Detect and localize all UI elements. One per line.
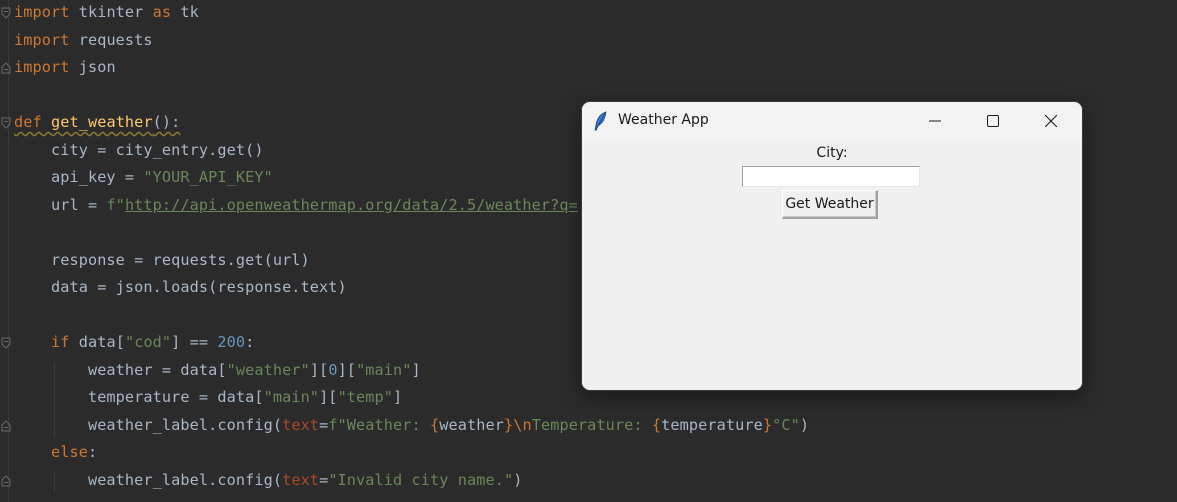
code-line: api_key = "YOUR_API_KEY" — [14, 164, 273, 191]
code-line: weather_label.config(text="Invalid city … — [14, 467, 522, 494]
code-token: (): — [152, 113, 181, 131]
code-line: url = f"http://api.openweathermap.org/da… — [14, 192, 578, 219]
code-line: else: — [14, 439, 97, 466]
fold-open-icon[interactable] — [1, 7, 11, 19]
code-token: "temp" — [337, 388, 394, 406]
code-token: response = requests.get(url) — [14, 250, 310, 269]
code-token: data = json.loads(response.text) — [14, 278, 347, 296]
code-token: "main" — [356, 360, 412, 379]
code-line: import json — [14, 54, 116, 81]
indent-guide — [54, 471, 55, 493]
code-token: get_weather — [50, 113, 153, 131]
code-token: tk — [171, 3, 199, 21]
code-line: if data["cod"] == 200: — [14, 329, 254, 356]
code-line: city = city_entry.get() — [14, 137, 264, 164]
close-icon — [1045, 115, 1057, 127]
code-line: temperature = data["main"]["temp"] — [14, 384, 402, 411]
code-line: weather = data["weather"][0]["main"] — [14, 357, 421, 384]
maximize-button[interactable] — [970, 102, 1016, 140]
code-line: weather_label.config(text=f"Weather: {we… — [14, 412, 809, 439]
minimize-button[interactable] — [912, 102, 958, 140]
code-line: response = requests.get(url) — [14, 247, 310, 274]
code-token: ) — [513, 470, 523, 489]
code-token: temperature = data[ — [14, 388, 264, 406]
code-token: ) — [799, 415, 810, 434]
code-token: http://api.openweathermap.org/data/2.5/w… — [124, 195, 578, 214]
code-token: weather = data[ — [14, 360, 227, 379]
code-line: import requests — [14, 27, 153, 54]
title-bar[interactable]: Weather App — [582, 102, 1082, 140]
code-token: = — [319, 470, 329, 489]
code-token: ] == — [171, 333, 218, 351]
code-token: city = city_entry.get() — [14, 140, 264, 159]
code-token: api_key = — [14, 168, 144, 186]
code-token: "main" — [263, 388, 320, 406]
code-token: "Invalid city name." — [328, 470, 514, 489]
code-token: f" — [106, 195, 125, 214]
code-line: import tkinter as tk — [14, 0, 199, 26]
code-token: ] — [393, 388, 403, 406]
code-token: : — [87, 443, 98, 461]
code-token: "weather" — [226, 360, 310, 379]
code-token: : — [245, 333, 255, 351]
code-token: if — [50, 333, 70, 351]
code-token: 200 — [217, 333, 246, 351]
code-token: requests — [69, 30, 153, 49]
code-token: { — [430, 415, 440, 434]
code-token: url = — [14, 195, 107, 214]
code-token: } — [762, 415, 773, 434]
code-token: \n — [513, 415, 532, 434]
code-token: else — [50, 443, 88, 461]
weather-app-window: Weather App City: Get Weather — [582, 102, 1082, 390]
code-token: import — [14, 3, 70, 21]
code-token: weather — [439, 415, 504, 434]
code-token: import — [14, 30, 70, 49]
fold-close-icon[interactable] — [1, 474, 11, 487]
window-title: Weather App — [618, 112, 709, 128]
code-token: text — [282, 415, 320, 434]
code-token: f"Weather: — [328, 415, 430, 434]
code-token: ][ — [309, 360, 329, 379]
fold-close-icon[interactable] — [1, 419, 11, 432]
code-token: } — [503, 415, 514, 434]
fold-open-icon[interactable] — [1, 337, 11, 349]
code-token: 0 — [328, 360, 338, 379]
code-token: text — [282, 470, 320, 489]
window-content: City: Get Weather — [582, 140, 1082, 390]
code-token: ] — [411, 360, 421, 379]
code-token: °C" — [772, 415, 800, 434]
code-token: data[ — [69, 333, 125, 351]
fold-open-icon[interactable] — [1, 117, 11, 129]
code-line: def get_weather(): — [14, 109, 180, 136]
code-token: { — [651, 415, 662, 434]
close-button[interactable] — [1028, 102, 1074, 140]
code-token: def — [14, 113, 42, 131]
code-token: = — [319, 415, 329, 434]
code-token: tkinter — [69, 3, 153, 21]
code-token: import — [14, 58, 70, 76]
get-weather-button[interactable]: Get Weather — [782, 190, 878, 219]
indent-guide — [54, 361, 55, 438]
code-token: "YOUR_API_KEY" — [143, 168, 273, 186]
code-token: json — [69, 58, 116, 76]
feather-icon — [594, 111, 608, 131]
city-entry[interactable] — [742, 166, 920, 187]
code-token: as — [152, 3, 172, 21]
maximize-icon — [987, 115, 999, 127]
code-token: "cod" — [124, 333, 172, 351]
code-token: ][ — [337, 360, 357, 379]
code-token: Temperature: — [531, 415, 652, 434]
city-label: City: — [816, 145, 848, 161]
minimize-icon — [929, 120, 941, 122]
fold-close-icon[interactable] — [1, 62, 11, 74]
code-line: data = json.loads(response.text) — [14, 274, 347, 301]
code-token: temperature — [661, 415, 763, 434]
code-token: ][ — [319, 388, 338, 406]
